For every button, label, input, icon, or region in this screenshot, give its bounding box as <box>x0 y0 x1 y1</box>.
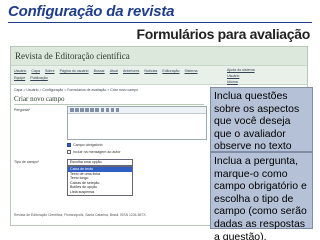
bullet-list-icon[interactable] <box>85 108 89 112</box>
nav-item[interactable]: Buscar <box>94 68 105 75</box>
site-header: Revista de Editoração científica <box>11 47 307 65</box>
image-icon[interactable] <box>105 108 110 112</box>
unlink-icon[interactable] <box>100 108 105 112</box>
italic-icon[interactable] <box>75 108 79 112</box>
nav-item[interactable]: Usuário <box>14 68 26 75</box>
nav-item[interactable]: Equipe <box>14 75 25 82</box>
field-type-label: Tipo de campo* <box>14 160 40 164</box>
nav-item[interactable]: Publicação <box>30 75 48 82</box>
question-label: Pergunta* <box>14 108 30 112</box>
include-author-option[interactable]: Incluir na mensagem ao autor <box>67 150 121 154</box>
required-label: Campo obrigatório <box>73 143 103 147</box>
callout-questions: Inclua questões sobre os aspectos que vo… <box>210 87 313 178</box>
page-title: Criar novo campo <box>14 95 65 103</box>
breadcrumb[interactable]: Capa > Usuário > Configuração > Formulár… <box>14 88 214 92</box>
required-checkbox[interactable] <box>67 143 71 147</box>
nav-item[interactable]: Notícias <box>144 68 157 75</box>
select-option[interactable]: Lista suspensa <box>68 190 132 195</box>
underline-icon[interactable] <box>80 108 84 112</box>
nav-item[interactable]: Atual <box>110 68 118 75</box>
page-footer: Revista de Editoração Científica, Floria… <box>14 213 147 217</box>
nav-item[interactable]: Anteriores <box>123 68 139 75</box>
nav-item[interactable]: Editoração <box>162 68 179 75</box>
include-author-checkbox[interactable] <box>67 150 71 154</box>
title-divider <box>8 22 312 23</box>
field-type-select[interactable]: Escolha uma opção <box>67 159 133 166</box>
heading-divider <box>14 104 204 105</box>
site-title: Revista de Editoração científica <box>15 51 130 61</box>
fullscreen-icon[interactable] <box>115 108 120 112</box>
slide-title: Configuração da revista <box>8 3 175 20</box>
sidebar-link[interactable]: Idioma <box>227 79 307 85</box>
sidebar: Ajuda do sistema Usuário Idioma <box>227 67 307 85</box>
link-icon[interactable] <box>95 108 99 112</box>
nav-item[interactable]: Capa <box>31 68 40 75</box>
question-editor[interactable] <box>67 106 207 140</box>
nav-item[interactable]: Sobre <box>45 68 55 75</box>
slide-subtitle: Formulários para avaliação <box>136 26 310 42</box>
callout-field-setup: Inclua a pergunta, marque-o como campo o… <box>210 152 313 240</box>
numbered-list-icon[interactable] <box>90 108 94 112</box>
code-icon[interactable] <box>110 108 115 112</box>
include-author-label: Incluir na mensagem ao autor <box>73 150 121 154</box>
nav-item[interactable]: Sistema <box>185 68 198 75</box>
field-type-options: Caixa de texto Texto de uma linha Texto … <box>67 166 133 196</box>
required-field-option[interactable]: Campo obrigatório <box>67 143 103 147</box>
bold-icon[interactable] <box>70 108 74 112</box>
nav-item[interactable]: Página do usuário <box>60 68 89 75</box>
editor-toolbar <box>68 107 206 114</box>
